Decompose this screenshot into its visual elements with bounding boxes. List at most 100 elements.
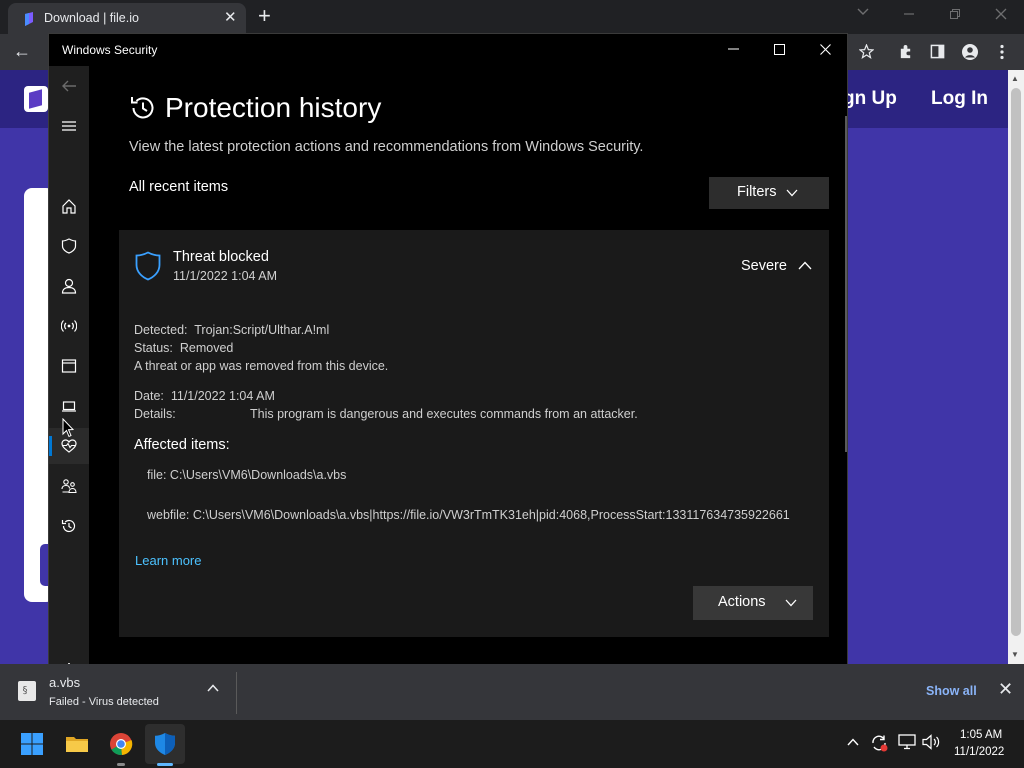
chevron-up-icon[interactable]: [798, 261, 812, 270]
status-row: Status: Removed: [134, 341, 233, 355]
browser-tabstrip: Download | file.io ✕ +: [0, 0, 1024, 34]
filters-button[interactable]: Filters: [709, 177, 829, 209]
show-hidden-icons-icon[interactable]: [847, 738, 859, 746]
date-value: 11/1/2022 1:04 AM: [170, 389, 275, 403]
nav-virus-protection[interactable]: [49, 228, 89, 264]
all-recent-items-label: All recent items: [129, 179, 229, 195]
affected-item: file: C:\Users\VM6\Downloads\a.vbs: [147, 468, 347, 482]
tab-search-chevron-icon[interactable]: [857, 8, 869, 16]
window-title: Windows Security: [62, 43, 158, 57]
clock-time[interactable]: 1:05 AM: [960, 729, 1002, 741]
profile-icon[interactable]: [962, 44, 978, 60]
shelf-close-icon[interactable]: ✕: [998, 680, 1013, 698]
tab-title: Download | file.io: [44, 11, 139, 25]
home-icon: [62, 199, 76, 214]
browser-tab[interactable]: Download | file.io ✕: [8, 3, 246, 34]
person-icon: [61, 278, 77, 294]
chrome-restore-icon[interactable]: [949, 8, 961, 20]
side-panel-icon[interactable]: [930, 44, 945, 59]
chrome-button[interactable]: [101, 724, 141, 766]
menu-icon[interactable]: [999, 44, 1005, 60]
file-explorer-icon: [66, 737, 88, 752]
file-explorer-button[interactable]: [57, 724, 97, 764]
chevron-down-icon: [786, 189, 798, 197]
site-logo-icon[interactable]: [24, 86, 48, 112]
filters-label: Filters: [737, 184, 777, 200]
removed-message: A threat or app was removed from this de…: [134, 359, 389, 373]
browser-window-icon: [61, 359, 77, 373]
start-button[interactable]: [12, 724, 52, 764]
windows-security-button[interactable]: [145, 724, 185, 766]
taskbar: 1:05 AM 11/1/2022: [0, 720, 1024, 768]
details-label: Details:: [134, 407, 176, 421]
learn-more-link[interactable]: Learn more: [135, 553, 201, 568]
side-navigation: [49, 66, 89, 677]
nav-menu[interactable]: [49, 108, 89, 144]
heart-pulse-icon: [61, 439, 77, 453]
volume-icon[interactable]: [922, 734, 940, 750]
window-minimize-icon[interactable]: [728, 44, 739, 54]
affected-item: webfile: C:\Users\VM6\Downloads\a.vbs|ht…: [147, 508, 790, 522]
window-maximize-icon[interactable]: [774, 44, 785, 55]
threat-card: Threat blocked 11/1/2022 1:04 AM Severe …: [119, 230, 829, 637]
nav-home[interactable]: [49, 188, 89, 224]
sign-up-link[interactable]: gn Up: [843, 88, 897, 110]
back-arrow-icon[interactable]: ←: [13, 41, 31, 61]
back-arrow-icon: [62, 80, 76, 92]
page-title: Protection history: [165, 92, 382, 123]
extensions-icon[interactable]: [898, 44, 913, 59]
chrome-minimize-icon[interactable]: [903, 8, 915, 20]
chrome-close-icon[interactable]: [995, 8, 1007, 20]
fileio-favicon-icon: [25, 12, 33, 26]
nav-app-browser[interactable]: [49, 348, 89, 384]
download-status: Failed - Virus detected: [49, 696, 159, 708]
detected-value: Trojan:Script/Ulthar.A!ml: [194, 323, 330, 337]
sync-alert-icon[interactable]: [870, 734, 888, 752]
page-scrollbar[interactable]: ▲ ▼: [1008, 70, 1024, 664]
nav-family[interactable]: [49, 468, 89, 504]
nav-account-protection[interactable]: [49, 268, 89, 304]
shield-outline-icon: [135, 251, 161, 281]
log-in-link[interactable]: Log In: [931, 88, 988, 110]
scroll-up-icon[interactable]: ▲: [1011, 74, 1019, 83]
nav-firewall[interactable]: [49, 308, 89, 344]
scrollbar-thumb[interactable]: [1011, 88, 1021, 636]
affected-items-header: Affected items:: [134, 437, 230, 453]
page-description: View the latest protection actions and r…: [129, 139, 644, 155]
network-icon[interactable]: [898, 734, 916, 750]
wifi-antenna-icon: [61, 320, 77, 332]
nav-back[interactable]: [49, 68, 89, 104]
actions-button[interactable]: Actions: [693, 586, 813, 620]
start-icon: [21, 733, 43, 755]
clock-date[interactable]: 11/1/2022: [954, 746, 1004, 758]
details-value: This program is dangerous and executes c…: [250, 407, 638, 421]
download-file-name[interactable]: a.vbs: [49, 675, 80, 690]
shield-icon: [61, 238, 77, 254]
content-scrollbar[interactable]: [845, 116, 847, 452]
new-tab-button[interactable]: +: [258, 5, 271, 27]
windows-security-icon: [155, 733, 175, 755]
nav-history[interactable]: [49, 508, 89, 544]
history-icon: [61, 519, 76, 533]
running-indicator: [117, 763, 125, 766]
severity-label: Severe: [741, 258, 787, 274]
threat-title: Threat blocked: [173, 249, 269, 265]
scroll-down-icon[interactable]: ▼: [1011, 650, 1019, 659]
divider: [236, 672, 237, 714]
detected-label: Detected:: [134, 323, 188, 337]
window-close-icon[interactable]: [820, 44, 831, 55]
date-label: Date:: [134, 389, 164, 403]
active-indicator: [157, 763, 173, 766]
date-row: Date: 11/1/2022 1:04 AM: [134, 389, 275, 403]
windows-security-window: Windows Security Protection history View…: [48, 33, 848, 677]
show-all-button[interactable]: Show all: [926, 684, 977, 698]
tab-close-icon[interactable]: ✕: [224, 9, 237, 27]
window-titlebar[interactable]: Windows Security: [49, 34, 847, 66]
laptop-icon: [62, 401, 76, 412]
chevron-down-icon: [785, 599, 797, 607]
chevron-up-icon[interactable]: [207, 684, 219, 692]
star-icon[interactable]: [859, 44, 874, 59]
mouse-cursor-icon: [62, 418, 74, 438]
status-value: Removed: [179, 341, 234, 355]
hamburger-icon: [62, 121, 76, 131]
